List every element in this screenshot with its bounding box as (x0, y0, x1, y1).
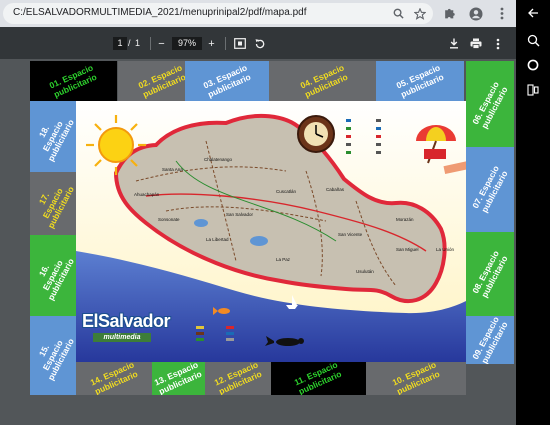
ad-tile-label: 11. Espacio publicitario (293, 362, 344, 395)
task-view-icon[interactable] (523, 80, 543, 100)
url-text[interactable]: C:/ELSALVADORMULTIMEDIA_2021/menuprinipa… (13, 7, 306, 18)
puzzle-icon[interactable] (442, 6, 457, 21)
ad-tile-05[interactable]: 05. Espacio publicitario (376, 61, 464, 101)
ad-tile-label: 08. Espacio publicitario (469, 248, 509, 299)
ad-tile-label: 07. Espacio publicitario (469, 163, 509, 214)
compass-emblem (297, 115, 335, 153)
map-department-label: San Salvador (226, 212, 254, 217)
ad-tile-label: 15. Espacio publicitario (36, 337, 76, 383)
download-icon[interactable] (446, 36, 461, 51)
ad-tile-03[interactable]: 03. Espacio publicitario (185, 61, 269, 101)
map-department-label: Santa Ana (162, 167, 183, 172)
ad-tile-12[interactable]: 12. Espacio publicitario (205, 362, 271, 395)
ad-tile-17[interactable]: 17. Espacio publicitario (30, 172, 76, 235)
ad-tile-16[interactable]: 16. Espacio publicitario (30, 235, 76, 316)
map-department-label: La Paz (276, 257, 291, 262)
zoom-out-button[interactable]: − (154, 36, 169, 51)
page-separator: / (128, 38, 131, 48)
map-department-label: San Vicente (338, 232, 363, 237)
map-department-label: La Libertad (206, 237, 229, 242)
ad-tile-13[interactable]: 13. Espacio publicitario (152, 362, 205, 395)
page-number-input[interactable]: 1 (113, 37, 127, 50)
map-department-label: Cabañas (326, 187, 345, 192)
browser-toolbar: C:/ELSALVADORMULTIMEDIA_2021/menuprinipa… (0, 0, 516, 27)
ad-tile-08[interactable]: 08. Espacio publicitario (466, 232, 514, 316)
screen: { "browser": { "url": "C:/ELSALVADORMULT… (0, 0, 550, 425)
ad-tile-10[interactable]: 10. Espacio publicitario (366, 362, 466, 395)
ad-tile-label: 13. Espacio publicitario (152, 362, 204, 395)
address-bar[interactable]: C:/ELSALVADORMULTIMEDIA_2021/menuprinipa… (3, 3, 433, 24)
ad-tile-label: 06. Espacio publicitario (469, 79, 509, 130)
pdf-toolbar: 1 / 1 − 97% + (0, 27, 516, 59)
map-department-label: Ahuachapán (134, 192, 160, 197)
fit-page-icon[interactable] (232, 36, 247, 51)
ad-tile-09[interactable]: 09. Espacio publicitario (466, 316, 514, 364)
ad-tile-18[interactable]: 18. Espacio publicitario (30, 101, 76, 172)
map-department-label: Morazán (396, 217, 414, 222)
more-options-icon[interactable] (490, 36, 505, 51)
page-total: 1 (135, 38, 141, 48)
ad-tile-label: 09. Espacio publicitario (469, 316, 509, 364)
search-icon[interactable] (523, 30, 543, 50)
bookmark-star-icon[interactable] (412, 6, 427, 21)
ad-tile-07[interactable]: 07. Espacio publicitario (466, 147, 514, 232)
ad-tile-label: 14. Espacio publicitario (88, 362, 139, 395)
ad-tile-06[interactable]: 06. Espacio publicitario (466, 61, 514, 149)
map-department-label: La Unión (436, 247, 455, 252)
map-department-label: Usulután (356, 269, 374, 274)
map-department-label: Sonsonate (158, 217, 180, 222)
rotate-icon[interactable] (252, 36, 267, 51)
print-icon[interactable] (468, 36, 483, 51)
ad-tile-label: 12. Espacio publicitario (212, 362, 263, 395)
ad-tile-01[interactable]: 01. Espacio publicitario (30, 61, 117, 101)
logo-subtitle: multimedia (93, 333, 151, 342)
account-icon[interactable] (468, 6, 483, 21)
ad-tile-label: 02. Espacio publicitario (136, 61, 187, 99)
ad-tile-14[interactable]: 14. Espacio publicitario (76, 362, 152, 395)
elsalvador-multimedia-logo: ElSalvador multimedia (82, 311, 171, 345)
ad-tile-15[interactable]: 15. Espacio publicitario (30, 316, 76, 395)
ad-tile-11[interactable]: 11. Espacio publicitario (271, 362, 366, 395)
ad-tile-label: 18. Espacio publicitario (36, 118, 76, 164)
ad-tile-label: 04. Espacio publicitario (298, 61, 349, 99)
ad-tile-04[interactable]: 04. Espacio publicitario (269, 61, 379, 101)
ad-tile-label: 17. Espacio publicitario (36, 185, 76, 231)
toolbar-divider (225, 37, 226, 50)
map-department-label: Cuscatlán (276, 189, 297, 194)
home-circle-icon[interactable] (523, 55, 543, 75)
back-arrow-icon[interactable] (523, 3, 543, 23)
zoom-in-button[interactable]: + (204, 36, 219, 51)
ad-tile-label: 03. Espacio publicitario (201, 61, 252, 99)
system-sidebar (516, 0, 550, 425)
kebab-icon[interactable] (494, 6, 509, 21)
ad-tile-label: 16. Espacio publicitario (36, 257, 76, 303)
toolbar-divider (150, 37, 151, 50)
ad-tile-label: 01. Espacio publicitario (47, 61, 99, 99)
map-department-label: Chalatenango (204, 157, 233, 162)
zoom-input[interactable]: 97% (172, 37, 202, 50)
map-department-label: San Miguel (396, 247, 419, 252)
ad-tile-label: 10. Espacio publicitario (390, 362, 441, 395)
search-icon[interactable] (391, 6, 406, 21)
ad-tile-label: 05. Espacio publicitario (394, 61, 445, 99)
logo-title: ElSalvador (82, 311, 171, 331)
